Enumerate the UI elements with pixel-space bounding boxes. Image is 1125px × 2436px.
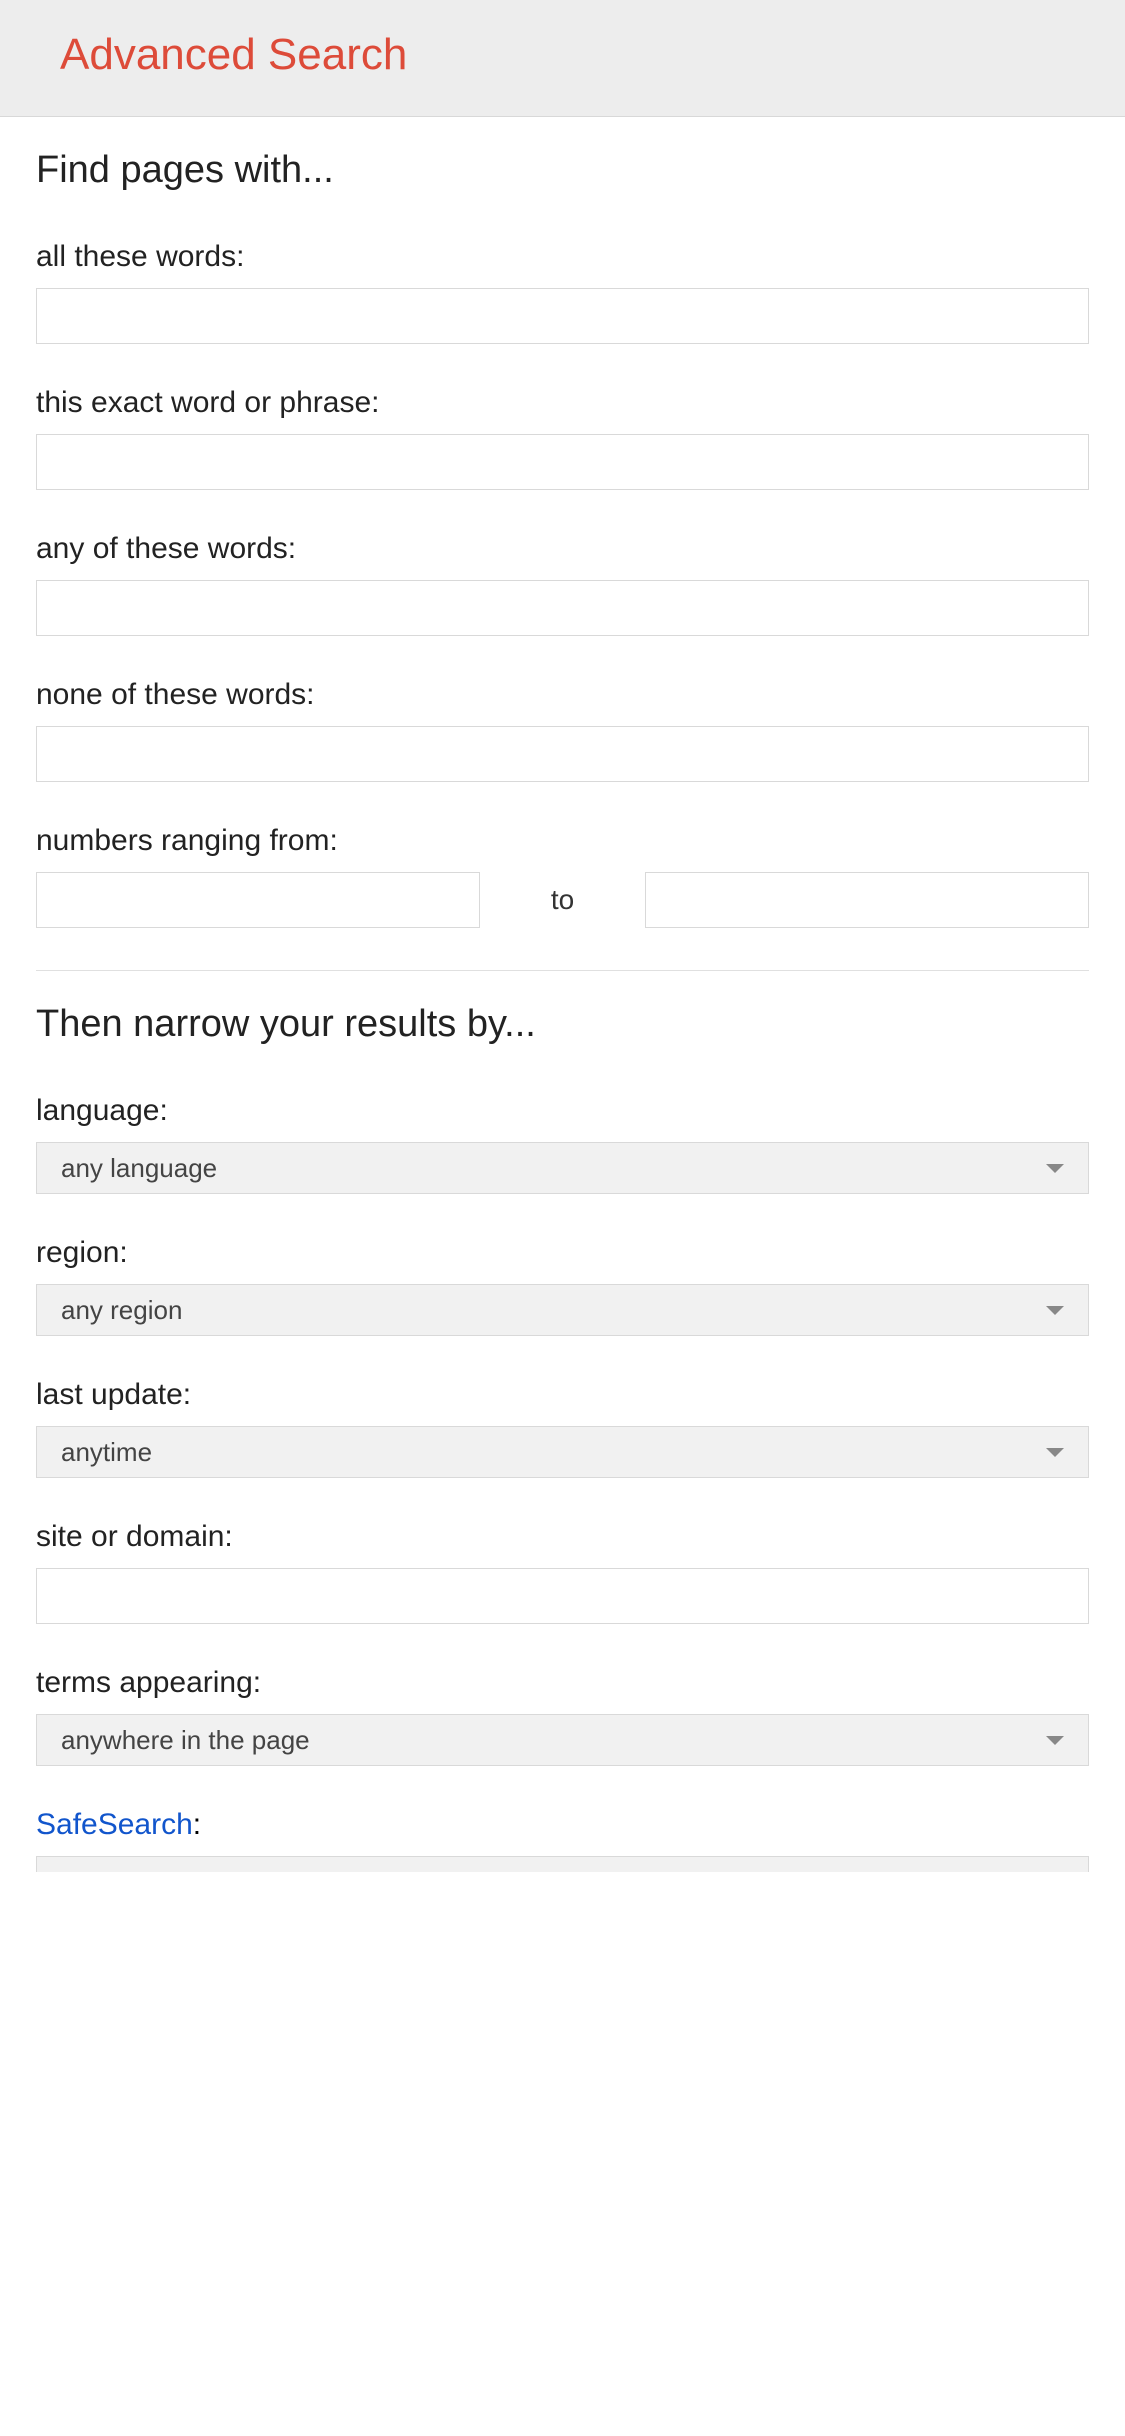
all-words-field: all these words: [36, 240, 1089, 344]
last-update-label: last update: [36, 1378, 1089, 1412]
chevron-down-icon [1046, 1736, 1064, 1745]
narrow-section-heading: Then narrow your results by... [36, 1003, 1089, 1046]
chevron-down-icon [1046, 1306, 1064, 1315]
site-domain-label: site or domain: [36, 1520, 1089, 1554]
section-divider [36, 970, 1089, 971]
language-label: language: [36, 1094, 1089, 1128]
last-update-select-value: anytime [61, 1437, 1046, 1468]
site-domain-field: site or domain: [36, 1520, 1089, 1624]
language-select[interactable]: any language [36, 1142, 1089, 1194]
numbers-range-field: numbers ranging from: to [36, 824, 1089, 928]
numbers-to-label: to [480, 884, 645, 916]
last-update-select[interactable]: anytime [36, 1426, 1089, 1478]
region-select-value: any region [61, 1295, 1046, 1326]
chevron-down-icon [1046, 1448, 1064, 1457]
numbers-to-input[interactable] [645, 872, 1089, 928]
region-field: region: any region [36, 1236, 1089, 1336]
find-section-heading: Find pages with... [36, 149, 1089, 192]
safesearch-link[interactable]: SafeSearch [36, 1808, 193, 1841]
content-area: Find pages with... all these words: this… [0, 149, 1125, 1872]
exact-phrase-input[interactable] [36, 434, 1089, 490]
none-words-label: none of these words: [36, 678, 1089, 712]
last-update-field: last update: anytime [36, 1378, 1089, 1478]
terms-appearing-select-value: anywhere in the page [61, 1725, 1046, 1756]
any-words-field: any of these words: [36, 532, 1089, 636]
safesearch-field: SafeSearch: [36, 1808, 1089, 1872]
language-select-value: any language [61, 1153, 1046, 1184]
any-words-input[interactable] [36, 580, 1089, 636]
exact-phrase-label: this exact word or phrase: [36, 386, 1089, 420]
region-select[interactable]: any region [36, 1284, 1089, 1336]
numbers-range-label: numbers ranging from: [36, 824, 1089, 858]
safesearch-select[interactable] [36, 1856, 1089, 1872]
terms-appearing-label: terms appearing: [36, 1666, 1089, 1700]
numbers-range-row: to [36, 872, 1089, 928]
page-header: Advanced Search [0, 0, 1125, 117]
site-domain-input[interactable] [36, 1568, 1089, 1624]
language-field: language: any language [36, 1094, 1089, 1194]
page-title: Advanced Search [60, 30, 1085, 80]
terms-appearing-field: terms appearing: anywhere in the page [36, 1666, 1089, 1766]
all-words-input[interactable] [36, 288, 1089, 344]
safesearch-label: SafeSearch: [36, 1808, 1089, 1842]
safesearch-colon: : [193, 1808, 201, 1841]
chevron-down-icon [1046, 1164, 1064, 1173]
any-words-label: any of these words: [36, 532, 1089, 566]
terms-appearing-select[interactable]: anywhere in the page [36, 1714, 1089, 1766]
none-words-field: none of these words: [36, 678, 1089, 782]
all-words-label: all these words: [36, 240, 1089, 274]
exact-phrase-field: this exact word or phrase: [36, 386, 1089, 490]
none-words-input[interactable] [36, 726, 1089, 782]
region-label: region: [36, 1236, 1089, 1270]
numbers-from-input[interactable] [36, 872, 480, 928]
